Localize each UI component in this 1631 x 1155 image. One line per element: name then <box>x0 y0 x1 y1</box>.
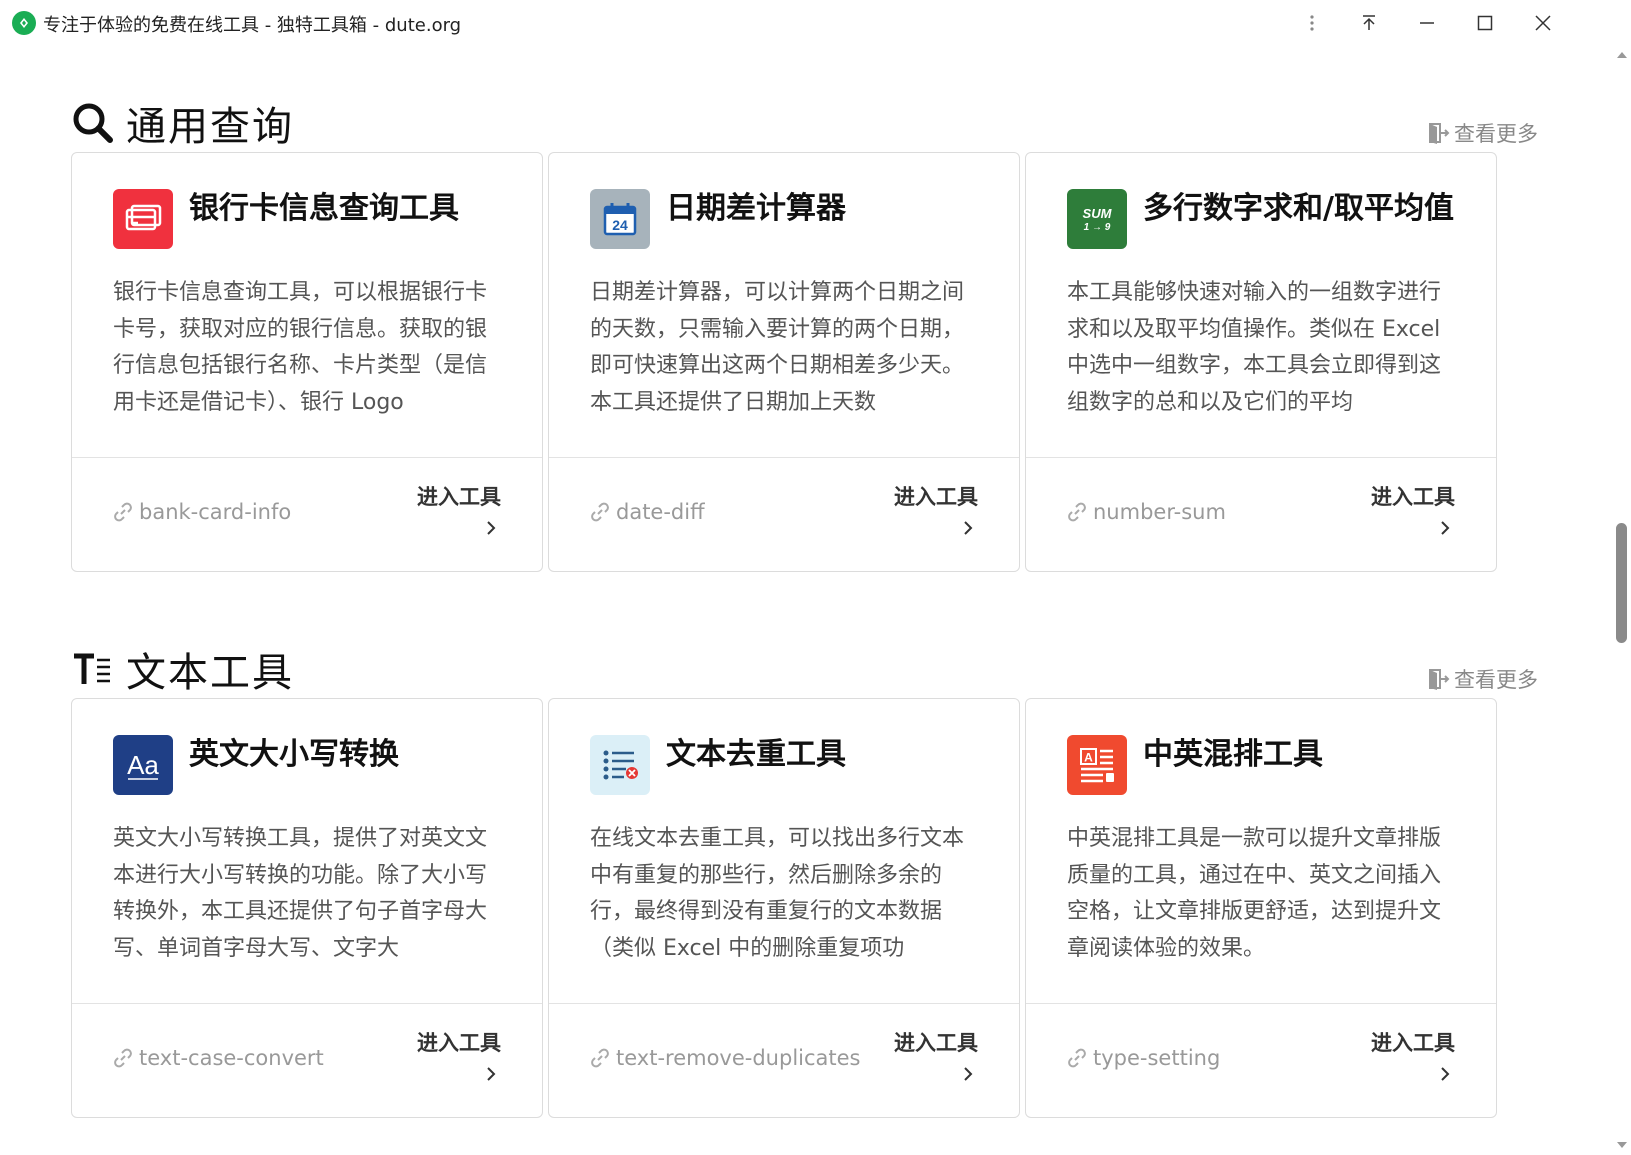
card-description: 中英混排工具是一款可以提升文章排版质量的工具，通过在中、英文之间插入空格，让文章… <box>1067 826 1442 961</box>
card-slug-text: text-case-convert <box>139 1046 324 1070</box>
card-divider <box>1026 457 1496 458</box>
link-icon <box>1068 1048 1086 1068</box>
chevron-right-icon[interactable] <box>961 521 975 535</box>
pin-window-icon[interactable] <box>1347 5 1391 41</box>
search-icon <box>72 102 114 144</box>
svg-text:A: A <box>1084 751 1093 765</box>
tool-card-text-case-convert[interactable]: Aa 英文大小写转换 英文大小写转换工具，提供了对英文文本进行大小写转换的功能。… <box>71 698 543 1118</box>
tool-card-type-setting[interactable]: A 中英混排工具 中英混排工具是一款可以提升文章排版质量的工具，通过在中、英文之… <box>1025 698 1497 1118</box>
tool-card-bank-card-info[interactable]: 银行卡信息查询工具 银行卡信息查询工具，可以根据银行卡卡号，获取对应的银行信息。… <box>71 152 543 572</box>
exit-door-icon <box>1429 123 1450 144</box>
card-title: 英文大小写转换 <box>189 737 399 772</box>
card-slug: text-remove-duplicates <box>590 1046 861 1070</box>
link-icon <box>114 1048 132 1068</box>
link-icon <box>1068 502 1086 522</box>
card-divider <box>549 457 1019 458</box>
vertical-scrollbar[interactable] <box>1612 45 1631 1155</box>
card-divider <box>72 457 542 458</box>
scroll-down-icon[interactable] <box>1617 1142 1627 1148</box>
view-more-link[interactable]: 查看更多 <box>1428 664 1538 694</box>
card-slug-text: type-setting <box>1093 1046 1221 1070</box>
section-header-general-query: 通用查询 查看更多 <box>72 94 1538 150</box>
tool-card-date-diff[interactable]: 24 日期差计算器 日期差计算器，可以计算两个日期之间的天数，只需输入要计算的两… <box>548 152 1020 572</box>
card-slug: bank-card-info <box>113 500 291 524</box>
card-title: 中英混排工具 <box>1143 737 1323 772</box>
link-icon <box>114 502 132 522</box>
scrollbar-thumb[interactable] <box>1616 523 1627 643</box>
section-title: 通用查询 <box>126 104 294 150</box>
close-icon[interactable] <box>1521 5 1565 41</box>
svg-text:1 → 9: 1 → 9 <box>1084 222 1111 233</box>
svg-text:24: 24 <box>612 217 628 233</box>
enter-tool-button[interactable]: 进入工具 <box>894 1027 978 1057</box>
card-title: 银行卡信息查询工具 <box>189 191 459 226</box>
tool-card-text-remove-duplicates[interactable]: 文本去重工具 在线文本去重工具，可以找出多行文本中有重复的那些行，然后删除多余的… <box>548 698 1020 1118</box>
card-description: 本工具能够快速对输入的一组数字进行求和以及取平均值操作。类似在 Excel 中选… <box>1067 280 1442 415</box>
card-description: 在线文本去重工具，可以找出多行文本中有重复的那些行，然后删除多余的行，最终得到没… <box>590 826 965 961</box>
card-slug-text: date-diff <box>616 500 705 524</box>
tool-card-number-sum[interactable]: SUM 1 → 9 多行数字求和/取平均值 本工具能够快速对输入的一组数字进行求和… <box>1025 152 1497 572</box>
enter-tool-button[interactable]: 进入工具 <box>417 481 501 511</box>
enter-tool-button[interactable]: 进入工具 <box>894 481 978 511</box>
link-icon <box>591 502 609 522</box>
list-remove-icon <box>590 735 650 795</box>
section-header-text-tools: 文本工具 查看更多 <box>72 640 1538 696</box>
minimize-icon[interactable] <box>1405 5 1449 41</box>
card-divider <box>1026 1003 1496 1004</box>
card-description: 英文大小写转换工具，提供了对英文文本进行大小写转换的功能。除了大小写转换外，本工… <box>113 826 488 961</box>
calendar-icon: 24 <box>590 189 650 249</box>
section-title: 文本工具 <box>126 650 294 696</box>
exit-door-icon <box>1429 669 1450 690</box>
chevron-right-icon[interactable] <box>1438 521 1452 535</box>
card-divider <box>549 1003 1019 1004</box>
card-title: 日期差计算器 <box>666 191 846 226</box>
chevron-right-icon[interactable] <box>961 1067 975 1081</box>
card-description: 日期差计算器，可以计算两个日期之间的天数，只需输入要计算的两个日期，即可快速算出… <box>590 280 965 415</box>
svg-text:Aa: Aa <box>127 750 159 780</box>
text-format-icon <box>72 648 114 690</box>
typesetting-icon: A <box>1067 735 1127 795</box>
sum-icon: SUM 1 → 9 <box>1067 189 1127 249</box>
card-slug-text: text-remove-duplicates <box>616 1046 861 1070</box>
card-slug: text-case-convert <box>113 1046 324 1070</box>
enter-tool-button[interactable]: 进入工具 <box>1371 481 1455 511</box>
chevron-right-icon[interactable] <box>484 1067 498 1081</box>
window-titlebar: 专注于体验的免费在线工具 - 独特工具箱 - dute.org <box>0 0 1631 45</box>
card-divider <box>72 1003 542 1004</box>
letter-case-icon: Aa <box>113 735 173 795</box>
view-more-label: 查看更多 <box>1454 122 1538 146</box>
card-title: 文本去重工具 <box>666 737 846 772</box>
scroll-up-icon[interactable] <box>1617 52 1627 58</box>
card-slug: date-diff <box>590 500 705 524</box>
view-more-label: 查看更多 <box>1454 668 1538 692</box>
app-logo-icon <box>12 11 36 35</box>
card-slug-text: bank-card-info <box>139 500 292 524</box>
svg-text:SUM: SUM <box>1083 206 1113 221</box>
card-slug: type-setting <box>1067 1046 1220 1070</box>
view-more-link[interactable]: 查看更多 <box>1428 118 1538 148</box>
enter-tool-button[interactable]: 进入工具 <box>1371 1027 1455 1057</box>
card-title: 多行数字求和/取平均值 <box>1143 191 1454 226</box>
link-icon <box>591 1048 609 1068</box>
bank-card-icon <box>113 189 173 249</box>
more-options-icon[interactable] <box>1290 5 1334 41</box>
card-slug-text: number-sum <box>1093 500 1226 524</box>
chevron-right-icon[interactable] <box>1438 1067 1452 1081</box>
card-description: 银行卡信息查询工具，可以根据银行卡卡号，获取对应的银行信息。获取的银行信息包括银… <box>113 280 488 415</box>
window-title: 专注于体验的免费在线工具 - 独特工具箱 - dute.org <box>43 15 462 36</box>
enter-tool-button[interactable]: 进入工具 <box>417 1027 501 1057</box>
maximize-icon[interactable] <box>1463 5 1507 41</box>
card-slug: number-sum <box>1067 500 1226 524</box>
chevron-right-icon[interactable] <box>484 521 498 535</box>
